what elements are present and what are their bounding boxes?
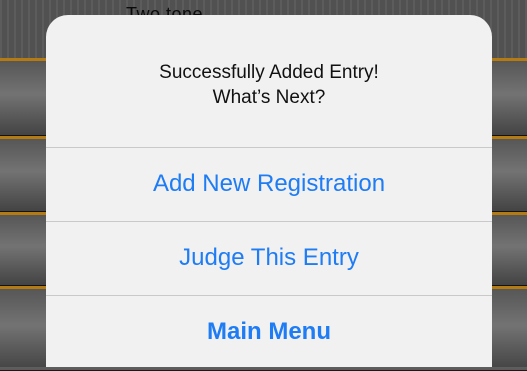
alert-subtitle: What’s Next? xyxy=(212,87,326,108)
alert-title: Successfully Added Entry! xyxy=(159,62,379,83)
main-menu-button[interactable]: Main Menu xyxy=(46,296,492,367)
alert-message: Successfully Added Entry! What’s Next? xyxy=(46,15,492,147)
judge-this-entry-button[interactable]: Judge This Entry xyxy=(46,222,492,294)
add-new-registration-button[interactable]: Add New Registration xyxy=(46,148,492,220)
alert-dialog: Successfully Added Entry! What’s Next? A… xyxy=(46,15,492,367)
